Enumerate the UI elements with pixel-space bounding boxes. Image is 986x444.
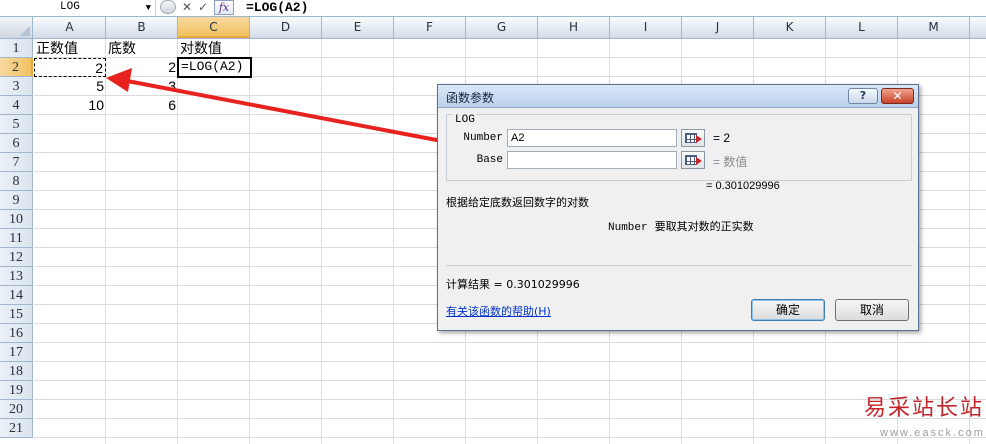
column-header-f[interactable]: F [394,17,466,38]
function-name: LOG [453,114,477,126]
base-label: Base [476,154,503,166]
arrow-icon [696,157,702,165]
base-collapse-button[interactable] [681,151,705,169]
row-header-9[interactable]: 9 [0,191,33,210]
row-header-17[interactable]: 17 [0,343,33,362]
cell-C1[interactable]: 对数值 [178,39,250,58]
column-header-m[interactable]: M [898,17,970,38]
argument-description-name: Number [608,222,648,234]
argument-description: Number 要取其对数的正实数 [608,218,754,234]
column-header-b[interactable]: B [106,17,178,38]
row-header-21[interactable]: 21 [0,419,33,438]
cell-A1[interactable]: 正数值 [34,39,106,58]
column-header-k[interactable]: K [754,17,826,38]
column-header-g[interactable]: G [466,17,538,38]
cancel-icon[interactable]: ✕ [180,0,194,15]
dialog-title: 函数参数 [446,91,495,105]
name-box[interactable]: LOG ▼ [0,0,156,16]
argument-description-text: 要取其对数的正实数 [654,220,754,233]
cell-B3[interactable]: 3 [106,77,178,96]
column-header-l[interactable]: L [826,17,898,38]
column-header-d[interactable]: D [250,17,322,38]
number-collapse-button[interactable] [681,129,705,147]
column-header-e[interactable]: E [322,17,394,38]
cancel-button[interactable]: 取消 [835,299,909,321]
close-button[interactable]: ✕ [881,88,914,104]
chevron-down-icon[interactable]: ▼ [146,1,151,15]
dialog-titlebar[interactable]: 函数参数 ? ✕ [438,85,918,108]
row-header-1[interactable]: 1 [0,39,33,58]
formula-input[interactable]: =LOG(A2) [246,0,308,16]
insert-function-icon[interactable]: fx [214,0,234,15]
function-help-link[interactable]: 有关该函数的帮助(H) [446,303,551,319]
calculation-result: 计算结果 = 0.301029996 [446,278,580,291]
column-header-i[interactable]: I [610,17,682,38]
cell-B2[interactable]: 2 [106,58,178,77]
function-description: 根据给定底数返回数字的对数 [446,196,589,209]
help-button[interactable]: ? [848,88,878,104]
ok-button[interactable]: 确定 [751,299,825,321]
select-all-button[interactable] [0,17,33,38]
function-arguments-group: LOG Number A2 = 2 Base = 数值 [446,114,912,181]
formula-bar: LOG ▼ ✕ ✓ fx =LOG(A2) [0,0,986,17]
row-header-8[interactable]: 8 [0,172,33,191]
row-header-5[interactable]: 5 [0,115,33,134]
row-header-15[interactable]: 15 [0,305,33,324]
select-all-icon [20,26,30,36]
row-header-2[interactable]: 2 [0,58,33,77]
formula-bar-expander-icon[interactable] [160,0,176,14]
column-header-c[interactable]: C [178,17,250,38]
number-input[interactable]: A2 [507,129,677,147]
row-header-6[interactable]: 6 [0,134,33,153]
row-header-14[interactable]: 14 [0,286,33,305]
function-arguments-dialog: 函数参数 ? ✕ LOG Number A2 = 2 Base = 数值 = 0… [437,84,919,331]
base-result: = 数值 [713,155,748,169]
column-header-h[interactable]: H [538,17,610,38]
cell-B1[interactable]: 底数 [106,39,178,58]
cell-A2[interactable]: 2 [34,58,106,77]
row-header-19[interactable]: 19 [0,381,33,400]
row-header-12[interactable]: 12 [0,248,33,267]
cell-C2[interactable]: =LOG(A2) [177,57,252,78]
column-header-j[interactable]: J [682,17,754,38]
formula-result-preview: = 0.301029996 [706,180,780,192]
column-header-a[interactable]: A [34,17,106,38]
cell-B4[interactable]: 6 [106,96,178,115]
row-header-11[interactable]: 11 [0,229,33,248]
enter-icon[interactable]: ✓ [196,0,210,15]
number-label: Number [463,132,503,144]
cell-A4[interactable]: 10 [34,96,106,115]
dialog-separator [446,265,912,266]
row-header-7[interactable]: 7 [0,153,33,172]
watermark-logo: 易采站长站 [864,396,985,421]
row-header-18[interactable]: 18 [0,362,33,381]
cell-A3[interactable]: 5 [34,77,106,96]
row-header-16[interactable]: 16 [0,324,33,343]
row-header-3[interactable]: 3 [0,77,33,96]
base-input[interactable] [507,151,677,169]
number-result: = 2 [713,131,731,145]
row-header-13[interactable]: 13 [0,267,33,286]
formula-bar-buttons: ✕ ✓ fx [158,0,238,16]
watermark-url: www.easck.com [880,427,985,439]
column-header-row: ABCDEFGHIJKLM [0,17,986,39]
name-box-value: LOG [60,1,80,13]
row-header-20[interactable]: 20 [0,400,33,419]
row-header-4[interactable]: 4 [0,96,33,115]
row-header-10[interactable]: 10 [0,210,33,229]
arrow-icon [696,135,702,143]
